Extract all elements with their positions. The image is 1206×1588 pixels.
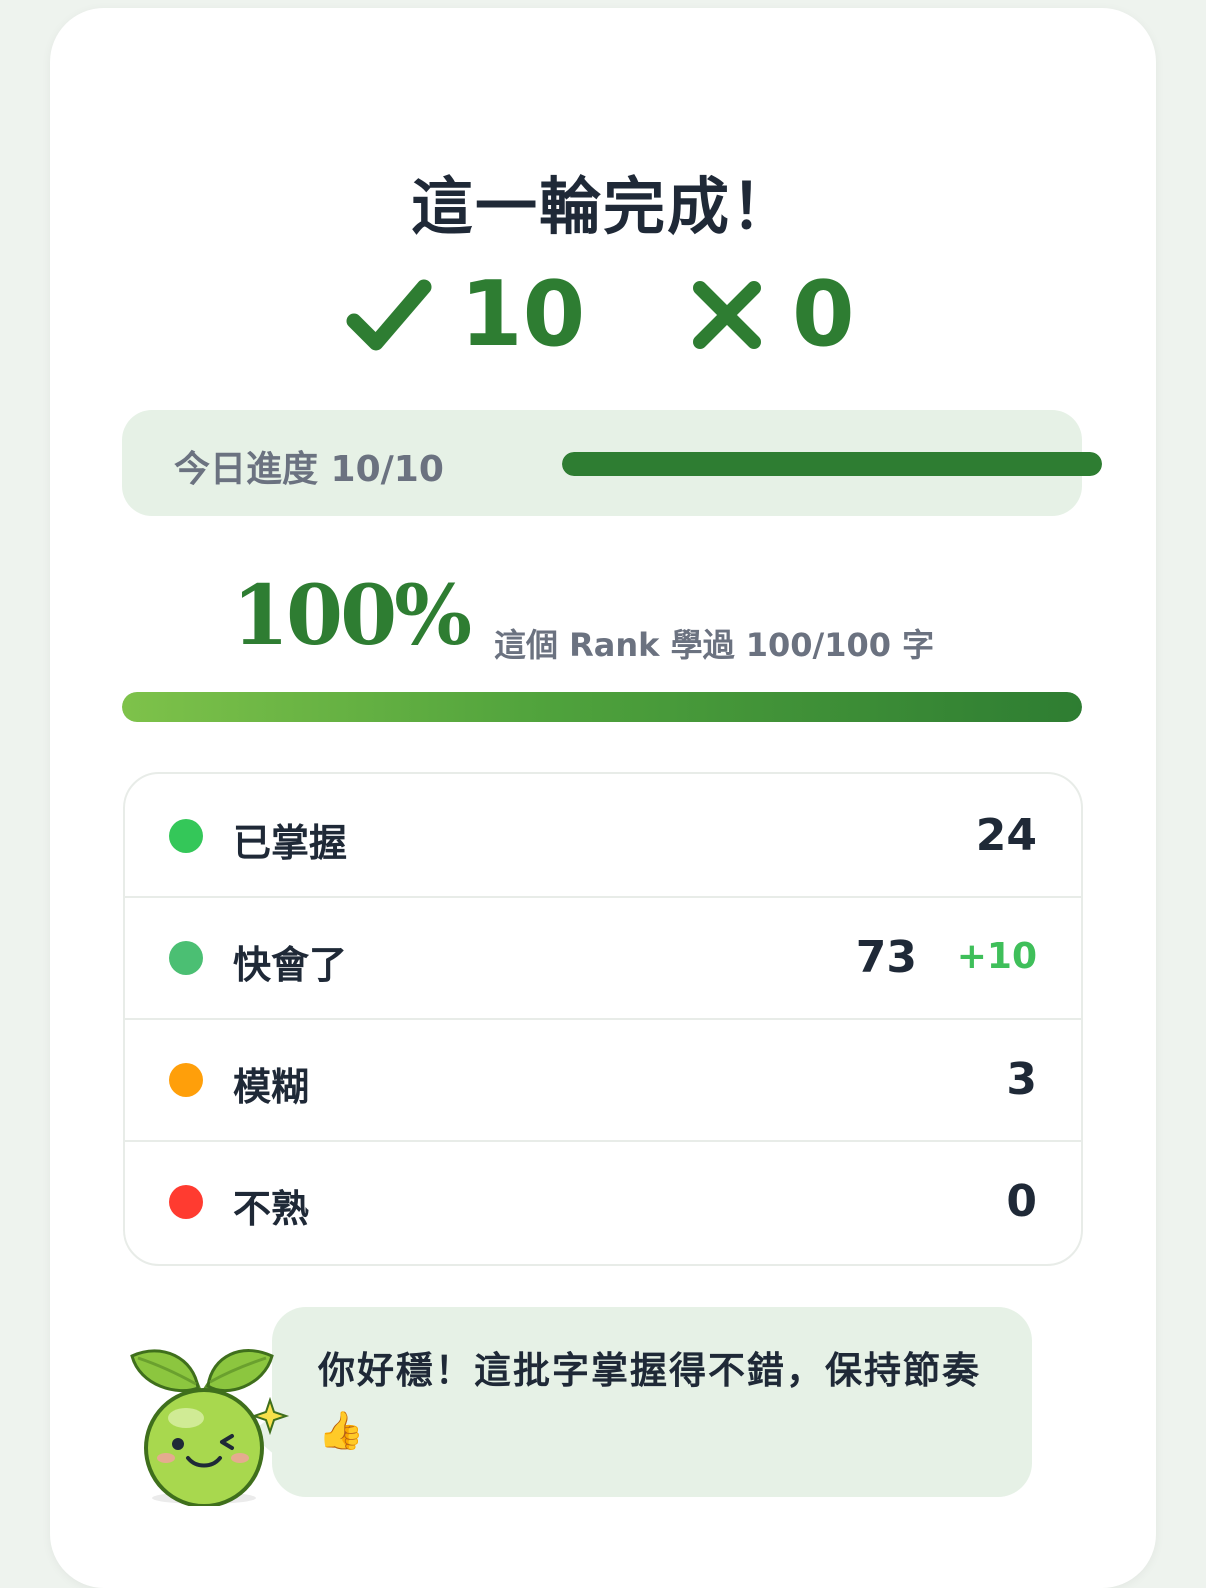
cross-icon (693, 281, 761, 349)
status-dot (169, 941, 203, 975)
stat-label: 不熟 (233, 1187, 310, 1231)
rank-progress-fill (122, 692, 1082, 722)
rank-progress-bar (122, 692, 1082, 722)
check-icon (346, 279, 432, 351)
stat-value: 73 (855, 932, 917, 983)
status-dot (169, 819, 203, 853)
rank-note: 這個 Rank 學過 100/100 字 (494, 626, 935, 664)
stat-row-almost: 快會了 73 +10 (125, 896, 1081, 1020)
stat-value: 0 (1006, 1176, 1037, 1227)
stat-row-unfamiliar: 不熟 0 (125, 1140, 1081, 1262)
status-dot (169, 1185, 203, 1219)
stat-label: 模糊 (233, 1065, 310, 1109)
score-summary: 10 0 (50, 270, 1156, 370)
seedling-mascot-icon (130, 1349, 290, 1506)
message-text: 你好穩！這批字掌握得不錯，保持節奏 👍 (318, 1349, 981, 1452)
today-progress-bar (562, 452, 1102, 476)
stat-label: 快會了 (233, 943, 348, 987)
stat-delta: +10 (956, 936, 1037, 977)
page-title: 這一輪完成！ (410, 170, 795, 243)
today-progress-label: 今日進度 10/10 (174, 449, 444, 490)
mastery-stats-list: 已掌握 24 快會了 73 +10 模糊 3 不熟 0 (123, 772, 1083, 1266)
status-dot (169, 1063, 203, 1097)
stat-row-fuzzy: 模糊 3 (125, 1018, 1081, 1142)
stat-value: 24 (975, 810, 1037, 861)
stat-value: 3 (1006, 1054, 1037, 1105)
today-progress-fill (562, 452, 1102, 476)
wrong-number: 0 (792, 262, 855, 367)
wrong-count: 0 (690, 270, 855, 360)
stat-row-mastered: 已掌握 24 (125, 774, 1081, 898)
correct-number: 10 (460, 262, 586, 367)
stat-label: 已掌握 (233, 821, 348, 865)
today-progress-panel: 今日進度 10/10 (122, 410, 1102, 516)
correct-count: 10 (346, 270, 585, 360)
rank-percent: 100% (232, 568, 472, 664)
message-bubble: 你好穩！這批字掌握得不錯，保持節奏 👍 (272, 1307, 1032, 1497)
